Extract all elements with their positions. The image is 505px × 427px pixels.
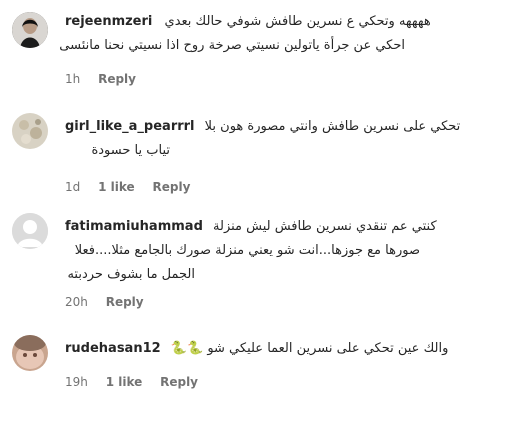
comment-text: كنتي عم تنقدي نسرين طافش ليش منزلة	[213, 219, 437, 234]
comment-text: تحكي على نسرين طافش وانتي مصورة هون بلا	[204, 119, 461, 134]
comment-first-line: rejeenmzeri ههههه وتحكي ع نسرين طافش شوف…	[65, 10, 493, 34]
comment-text: ههههه وتحكي ع نسرين طافش شوفي حالك بعدي	[164, 14, 431, 29]
avatar-image	[12, 12, 48, 48]
comment-first-line: rudehasan12 والك عين تحكي على نسرين العم…	[65, 337, 493, 361]
comment-text-line: الجمل ما بشوف حردبته	[67, 267, 195, 282]
default-avatar-icon	[12, 213, 48, 249]
comment-time: 20h	[65, 295, 88, 309]
comment-text-line: احكي عن جرأة ياتولين نسيتي صرخة روح اذا …	[59, 38, 405, 53]
reply-button[interactable]: Reply	[98, 72, 136, 86]
avatar[interactable]	[12, 335, 48, 371]
likes-count[interactable]: 1 like	[98, 180, 135, 194]
comment-username[interactable]: fatimamiuhammad	[65, 219, 203, 234]
comment-time: 1h	[65, 72, 81, 86]
comment-meta: 1d 1 like Reply	[65, 180, 204, 194]
comment-time: 19h	[65, 375, 88, 389]
comment-text: والك عين تحكي على نسرين العما عليكي شو 🐍…	[170, 341, 449, 356]
comment-time: 1d	[65, 180, 81, 194]
comment-first-line: girl_like_a_pearrrl تحكي على نسرين طافش …	[65, 115, 493, 139]
avatar[interactable]	[12, 12, 48, 48]
comment-item: fatimamiuhammad كنتي عم تنقدي نسرين طافش…	[0, 195, 505, 315]
avatar[interactable]	[12, 213, 48, 249]
comment-item: girl_like_a_pearrrl تحكي على نسرين طافش …	[0, 95, 505, 195]
comment-text-line: صورها مع جوزها...انت شو يعني منزلة صورك …	[74, 243, 420, 258]
reply-button[interactable]: Reply	[152, 180, 190, 194]
likes-count[interactable]: 1 like	[106, 375, 143, 389]
comment-item: rudehasan12 والك عين تحكي على نسرين العم…	[0, 315, 505, 427]
reply-button[interactable]: Reply	[160, 375, 198, 389]
comment-meta: 20h Reply	[65, 295, 158, 309]
reply-button[interactable]: Reply	[106, 295, 144, 309]
comment-first-line: fatimamiuhammad كنتي عم تنقدي نسرين طافش…	[65, 215, 493, 239]
avatar-image	[12, 113, 48, 149]
comment-username[interactable]: rejeenmzeri	[65, 14, 152, 29]
avatar[interactable]	[12, 113, 48, 149]
comment-username[interactable]: rudehasan12	[65, 341, 161, 356]
comment-meta: 19h 1 like Reply	[65, 375, 212, 389]
comment-item: rejeenmzeri ههههه وتحكي ع نسرين طافش شوف…	[0, 0, 505, 95]
comment-meta: 1h Reply	[65, 72, 150, 86]
comment-username[interactable]: girl_like_a_pearrrl	[65, 119, 195, 134]
comment-text-line: تياب يا حسودة	[91, 143, 170, 158]
avatar-image	[12, 335, 48, 371]
